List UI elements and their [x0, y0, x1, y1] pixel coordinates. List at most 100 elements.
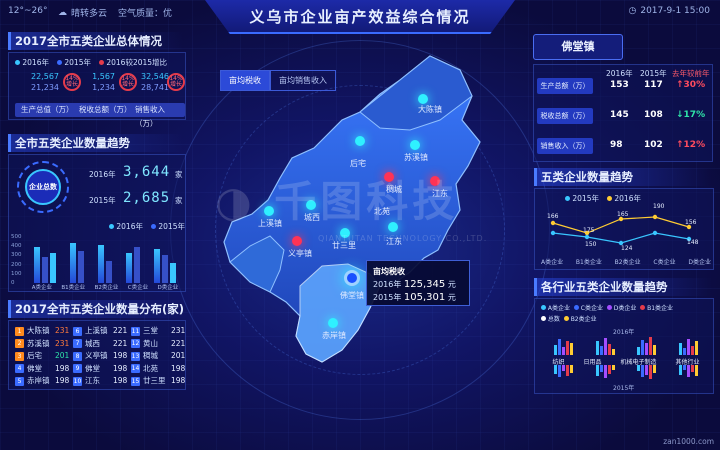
stat-tax-2015: 1,234 — [92, 83, 115, 92]
trend-legend-2016-text: 2016年 — [116, 222, 143, 231]
town-tax-2016: 145 — [610, 110, 629, 120]
bar — [566, 365, 570, 376]
distribution-item: 7 城西 221 — [73, 338, 129, 350]
bar — [562, 347, 566, 355]
town-label-sales: 销售收入（万） — [537, 138, 593, 154]
overall-title: 2017全市五类企业总体情况 — [8, 32, 183, 50]
town-sales-change: ↑12% — [676, 140, 705, 150]
tooltip-value-2015: 105,301 — [403, 292, 446, 303]
ind-dot-b2 — [563, 316, 569, 321]
town-name: 三堂 — [143, 326, 158, 335]
town-name: 佛堂镇 — [533, 34, 623, 60]
bar — [558, 339, 562, 355]
bar — [653, 345, 657, 355]
bar — [570, 343, 574, 355]
distribution-panel: 1 大陈镇 231 2 苏溪镇 231 3 后宅 201 4 佛堂 198 5 赤岸镇 198 6 上溪镇 221… — [8, 320, 186, 390]
legend-dot-blue — [56, 60, 62, 65]
ind-group — [595, 338, 615, 355]
tooltip-row-2016: 2016年 125,345 元 — [373, 278, 463, 291]
town-name: 上溪镇 — [85, 326, 108, 335]
bar — [170, 263, 176, 283]
town-count: 198 — [113, 351, 128, 360]
bar — [154, 249, 160, 283]
watermark-logo: ◑ 千图科技 — [215, 168, 458, 229]
bar — [607, 365, 611, 374]
dashboard-root: 12°~26° ☁ 晴转多云 空气质量：优 ◷ 2017-9-1 15:00 义… — [0, 0, 720, 450]
watermark-subtext: QIANTUTAN TECHNOLOGY CO.,LTD. — [318, 234, 488, 243]
bar — [678, 343, 682, 355]
air-quality-text: 空气质量：优 — [118, 9, 173, 19]
town-name: 佛堂 — [27, 363, 42, 373]
bar — [106, 261, 112, 283]
datetime: ◷ 2017-9-1 15:00 — [628, 6, 710, 16]
rank-badge: 10 — [73, 376, 82, 386]
rank-badge: 8 — [73, 351, 82, 361]
line-label-166: 166 — [547, 213, 559, 220]
point — [652, 230, 658, 236]
trend-unit-1: 家 — [175, 170, 183, 179]
ind-dot-total — [541, 316, 546, 321]
town-label-tax: 税收总额（万） — [537, 108, 593, 124]
arrow-up-icon: ↑ — [676, 80, 684, 90]
line-label-190: 190 — [653, 203, 665, 210]
line-legend-2016-text: 2016年 — [614, 194, 641, 203]
line-legend-2015-text: 2015年 — [572, 194, 599, 203]
bar — [645, 365, 649, 375]
bar — [42, 257, 48, 283]
marker-yiting[interactable] — [292, 236, 302, 246]
footer-watermark: zan1000.com — [663, 437, 714, 446]
industry-panel: A类企业 C类企业 D类企业 B1类企业 总数 B2类企业 2016年 纺织 日… — [534, 298, 714, 394]
bar — [611, 349, 615, 355]
line-label-124: 124 — [621, 245, 633, 252]
arrow-down-icon: ↓ — [676, 110, 684, 120]
bar — [637, 347, 641, 355]
marker-dachen[interactable] — [418, 94, 428, 104]
cloud-icon: ☁ — [58, 7, 67, 18]
rank-badge: 14 — [131, 364, 140, 373]
marker-fotang[interactable] — [344, 270, 360, 286]
marker-suxi[interactable] — [410, 140, 420, 150]
trend-2016-label: 2016年 — [89, 170, 116, 179]
legend-ratio: 2016较2015增比 — [98, 57, 167, 68]
bar — [599, 346, 603, 355]
trend-panel: 企业总数 2016年 3,644 家 2015年 2,685 家 2016年 2… — [8, 154, 186, 292]
ind-legend-c-text: C类企业 — [580, 305, 603, 312]
total-circle: 企业总数 — [25, 169, 61, 205]
ytick-300: 300 — [11, 252, 22, 259]
page-title: 义乌市企业亩产效益综合情况 — [249, 7, 471, 26]
point — [550, 220, 556, 226]
watermark-text: 千图科技 — [274, 177, 459, 226]
line-trend-title: 五类企业数量趋势 — [534, 168, 712, 186]
stat-tax: 1,567 1,234 — [69, 71, 115, 95]
line-label-148: 148 — [687, 239, 699, 246]
distribution-item: 9 佛堂 198 — [73, 363, 129, 375]
trend-title: 全市五类企业数量趋势 — [8, 134, 183, 152]
town-name: 后宅 — [27, 351, 42, 360]
weather-text: 晴转多云 — [71, 9, 108, 19]
rank-badge: 6 — [73, 326, 82, 336]
distribution-item: 2 苏溪镇 231 — [15, 338, 71, 350]
overall-legend: 2016年 2015年 2016较2015增比 — [15, 57, 167, 68]
bar — [653, 365, 657, 373]
town-count: 198 — [171, 363, 186, 373]
marker-houzhai[interactable] — [355, 136, 365, 146]
industry-legend: A类企业 C类企业 D类企业 B1类企业 总数 B2类企业 — [541, 303, 711, 325]
line-xcat-d: D类企业 — [688, 259, 711, 266]
ind-legend-c: C类企业 — [573, 305, 603, 312]
ind-group — [678, 339, 698, 355]
town-name: 廿三里 — [143, 376, 166, 385]
town-name: 佛堂 — [85, 363, 100, 373]
distribution-item: 12 黄山 221 — [131, 338, 187, 350]
ind-group — [554, 365, 574, 377]
legend-2015: 2015年 — [56, 57, 91, 68]
town-sales-change-text: 12% — [683, 140, 706, 150]
bar — [690, 365, 694, 372]
clock-icon: ◷ — [628, 6, 637, 16]
ind-legend-total-text: 总数 — [547, 316, 560, 323]
ind-group — [637, 337, 657, 355]
marker-chian[interactable] — [328, 318, 338, 328]
rank-badge: 9 — [73, 364, 82, 373]
ind-legend-d-text: D类企业 — [613, 305, 637, 312]
map-label-chian: 赤岸镇 — [322, 331, 346, 340]
line-label-175: 175 — [583, 227, 595, 234]
